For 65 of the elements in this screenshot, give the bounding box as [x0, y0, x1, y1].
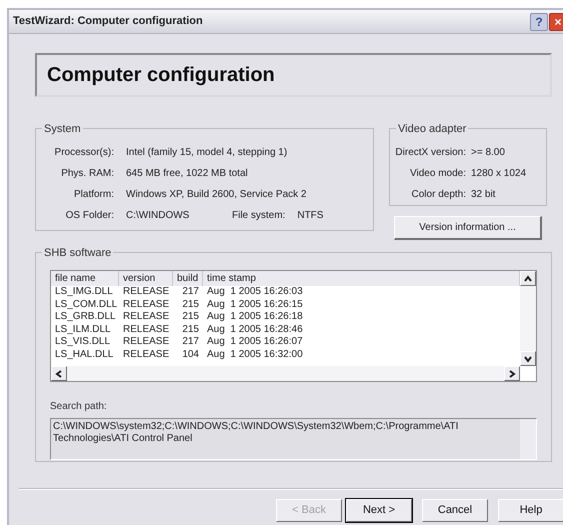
table-cell-text: LS_COM.DLL — [54, 298, 118, 311]
table-cell-text: 217 — [181, 286, 200, 298]
field-label: Processor(s): — [54, 146, 114, 160]
field-label: Phys. RAM: — [60, 167, 114, 181]
table-cell-text: Aug 1 2005 16:28:46 — [206, 324, 304, 336]
field-value: Intel (family 15, model 4, stepping 1) — [126, 146, 288, 160]
chevron-right-icon — [507, 368, 517, 378]
search-path-field[interactable]: C:\WINDOWS\system32;C:\WINDOWS;C:\WINDOWS\System32\Wbem;C:\Programme\ATI Technologies\ATI Control Panel — [50, 418, 537, 460]
field-label: Color depth: — [410, 188, 466, 202]
table-cell-text: Aug 1 2005 16:32:00 — [206, 348, 304, 361]
table-cell-text: 215 — [181, 298, 200, 311]
close-button[interactable]: × — [549, 12, 563, 30]
table-cell-text: 215 — [181, 324, 200, 336]
scroll-arrow-button[interactable] — [520, 351, 536, 366]
chevron-up-icon — [523, 274, 533, 284]
field-label: File system: — [232, 209, 286, 223]
table-cell-text: LS_ILM.DLL — [54, 324, 112, 336]
version-information-button[interactable]: Version information ... — [394, 216, 542, 240]
field-label: OS Folder: — [64, 209, 114, 223]
cancel-button[interactable]: Cancel — [422, 499, 488, 522]
table-cell-text: LS_GRB.DLL — [54, 311, 117, 324]
table-cell-text: LS_HAL.DLL — [54, 348, 114, 361]
field-value: Windows XP, Build 2600, Service Pack 2 — [126, 188, 306, 202]
table-cell-text: Aug 1 2005 16:26:07 — [206, 336, 304, 348]
table-cell-text: RELEASE — [122, 324, 170, 336]
vertical-scrollbar[interactable] — [520, 271, 536, 366]
table-cell-text: Aug 1 2005 16:26:15 — [206, 298, 304, 311]
group-legend: Video adapter — [396, 121, 468, 138]
field-label: Video mode: — [409, 167, 466, 181]
table-cell-text: LS_VIS.DLL — [54, 336, 112, 348]
column-header[interactable]: version — [119, 271, 173, 286]
field-value: C:\WINDOWS — [126, 209, 190, 223]
table-cell-text: Aug 1 2005 16:26:18 — [206, 311, 304, 324]
scroll-arrow-button[interactable] — [51, 366, 67, 381]
scroll-arrow-button[interactable] — [520, 271, 536, 286]
table-cell-text: 215 — [181, 311, 200, 324]
horizontal-scrollbar[interactable] — [51, 366, 520, 381]
field-value: >= 8.00 — [471, 146, 505, 160]
field-value: 645 MB free, 1022 MB total — [126, 167, 248, 181]
table-cell-text: Aug 1 2005 16:26:03 — [206, 286, 304, 298]
table-cell-text: LS_IMG.DLL — [54, 286, 114, 298]
chevron-down-icon — [523, 354, 533, 364]
table-cell-text: 217 — [181, 336, 200, 348]
next-button[interactable]: Next > — [346, 499, 412, 522]
field-label: Platform: — [72, 188, 114, 202]
group-legend: System — [42, 121, 83, 138]
table-cell-text: RELEASE — [122, 298, 170, 311]
help-title-button[interactable]: ? — [530, 12, 548, 30]
table-cell-text: RELEASE — [122, 348, 170, 361]
field-label: DirectX version: — [394, 146, 466, 160]
table-cell-text: RELEASE — [122, 286, 170, 298]
column-header[interactable]: file name — [51, 271, 119, 286]
help-button[interactable]: Help — [498, 499, 563, 522]
page-heading: Computer configuration — [47, 63, 275, 88]
column-header[interactable]: build — [173, 271, 203, 286]
field-value: NTFS — [297, 209, 324, 223]
field-value: 1280 x 1024 — [471, 167, 526, 181]
window-title: TestWizard: Computer configuration — [13, 14, 203, 30]
field-value: 32 bit — [471, 188, 496, 202]
table-cell-text: 104 — [181, 348, 200, 361]
scroll-arrow-button[interactable] — [504, 366, 520, 381]
table-cell-text: RELEASE — [122, 336, 170, 348]
chevron-left-icon — [54, 368, 64, 378]
table-cell-text: RELEASE — [122, 311, 170, 324]
search-path-label: Search path: — [50, 401, 107, 412]
